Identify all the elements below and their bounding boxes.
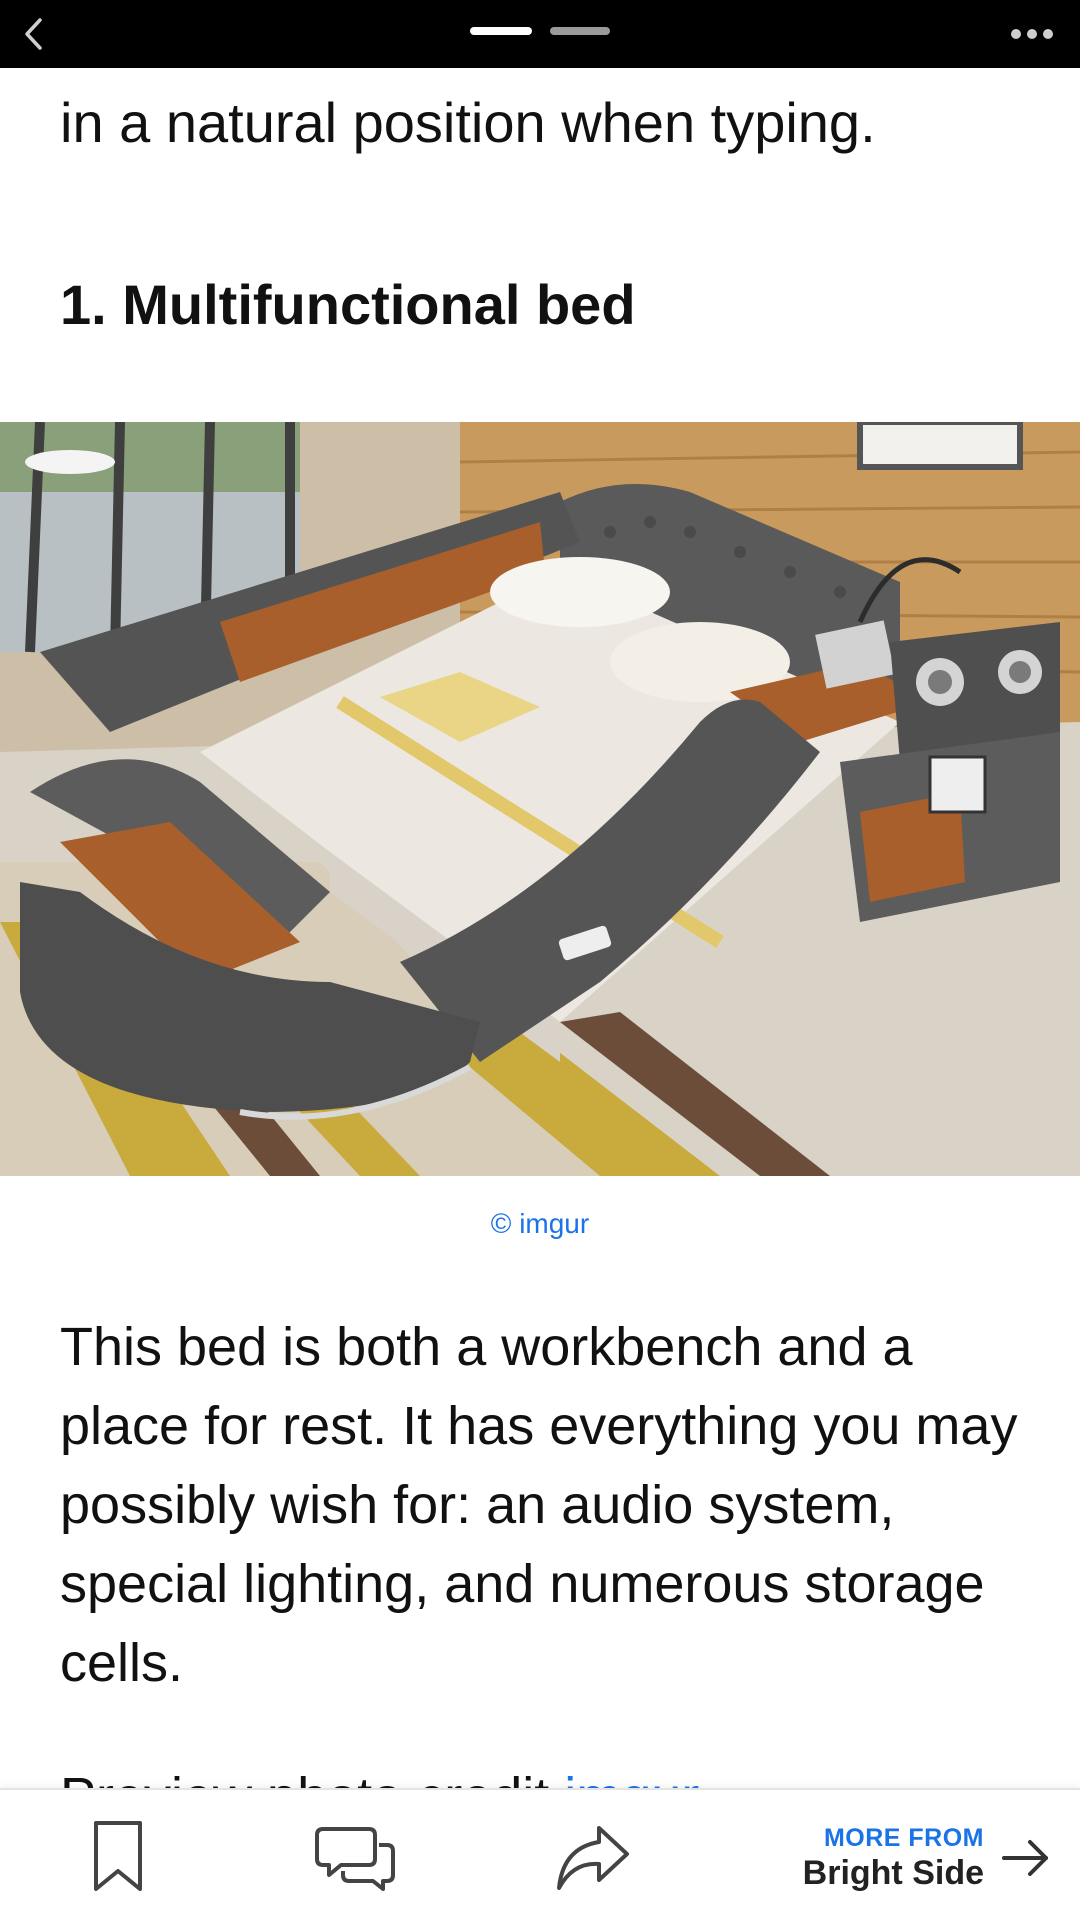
intro-text-tail: in a natural position when typing.	[60, 91, 876, 154]
bed-photo	[0, 422, 1080, 1176]
ellipsis-icon	[1011, 29, 1021, 39]
more-from-texts: MORE FROM Bright Side	[803, 1823, 984, 1893]
next-paragraph-text: Preview photo credit	[60, 1767, 564, 1788]
bookmark-icon	[94, 1821, 142, 1891]
ellipsis-dot	[1027, 29, 1037, 39]
comments-icon	[315, 1827, 395, 1891]
share-icon	[557, 1826, 629, 1890]
bookmark-button[interactable]	[73, 1812, 163, 1902]
article-image[interactable]	[0, 422, 1080, 1176]
comments-button[interactable]	[310, 1812, 400, 1902]
chevron-left-icon	[25, 18, 42, 50]
next-paragraph-partial: Preview photo credit imgur	[60, 1758, 699, 1788]
article-paragraph: This bed is both a workbench and a place…	[60, 1317, 1018, 1693]
page-indicator-inactive	[550, 27, 610, 35]
top-bar	[0, 0, 1080, 68]
next-paragraph-link[interactable]: imgur	[564, 1767, 699, 1788]
section-heading: 1. Multifunctional bed	[60, 273, 636, 336]
more-from-source: Bright Side	[802, 1854, 984, 1892]
share-button[interactable]	[548, 1812, 638, 1902]
image-credit-link[interactable]: © imgur	[0, 1206, 1080, 1242]
more-options-button[interactable]	[1002, 14, 1062, 54]
article-content[interactable]: in a natural position when typing. 1. Mu…	[0, 68, 1080, 1788]
arrow-right-icon	[1002, 1840, 1048, 1876]
more-from-source-button[interactable]: MORE FROM Bright Side	[803, 1818, 1050, 1898]
ellipsis-dot	[1043, 29, 1053, 39]
page-indicator-active	[470, 27, 532, 35]
bottom-bar: MORE FROM Bright Side	[0, 1788, 1080, 1922]
more-from-label: MORE FROM	[823, 1824, 984, 1852]
page-indicator	[470, 27, 610, 35]
back-button[interactable]	[8, 8, 60, 60]
